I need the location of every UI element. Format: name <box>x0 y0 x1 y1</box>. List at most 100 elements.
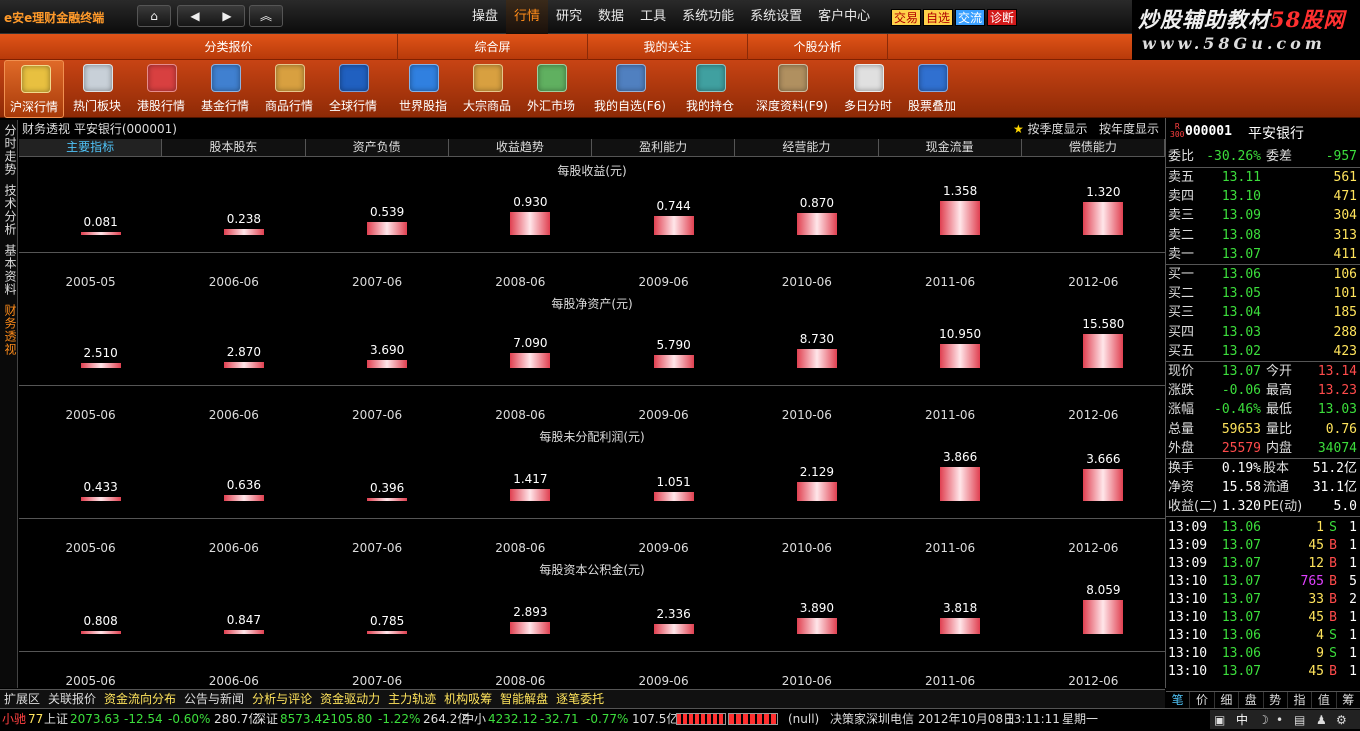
quote-tab-2[interactable]: 细 <box>1215 692 1240 708</box>
chart-bar <box>653 624 694 634</box>
order-price: 13.07 <box>1221 246 1261 262</box>
quick-button-3[interactable]: 诊断 <box>987 9 1018 26</box>
fund-value: 51.2亿 <box>1312 461 1357 476</box>
tool-9[interactable]: 我的自选(F6) <box>594 60 666 118</box>
sell-row: 卖一 13.07 411 <box>1166 245 1360 264</box>
chart-bar <box>367 222 408 235</box>
menu-item-5[interactable]: 系统功能 <box>674 0 742 34</box>
tool-4[interactable]: 商品行情 <box>259 60 319 118</box>
menu-item-0[interactable]: 操盘 <box>464 0 506 34</box>
quote-panel: R 300 000001 平安银行 委比 -30.26% 委差 -957 卖五 13.11 5… <box>1165 118 1360 708</box>
tool-2[interactable]: 港股行情 <box>131 60 191 118</box>
collapse-button[interactable]: ︽ <box>249 5 283 27</box>
bottom-tab-9[interactable]: 逐笔委托 <box>552 690 608 708</box>
quote-tab-5[interactable]: 指 <box>1288 692 1313 708</box>
window-icon[interactable]: ▣ <box>1214 710 1225 731</box>
category-0[interactable]: 分类报价 <box>60 34 398 60</box>
finance-tab-6[interactable]: 现金流量 <box>878 139 1022 156</box>
yearly-option[interactable]: 按年度显示 <box>1099 122 1159 136</box>
bottom-tab-6[interactable]: 主力轨迹 <box>384 690 440 708</box>
separator <box>1166 516 1360 517</box>
bottom-tab-8[interactable]: 智能解盘 <box>496 690 552 708</box>
menu-item-4[interactable]: 工具 <box>632 0 674 34</box>
category-2[interactable]: 我的关注 <box>588 34 748 60</box>
menu-item-7[interactable]: 客户中心 <box>810 0 878 34</box>
order-volume: 313 <box>1333 227 1357 243</box>
finance-tab-7[interactable]: 偿债能力 <box>1021 139 1165 156</box>
bottom-tab-0[interactable]: 扩展区 <box>0 690 44 708</box>
tick-row: 13:10 13.07 45 B 1 <box>1166 608 1360 627</box>
side-tab-0[interactable]: 分时走势 <box>2 124 17 176</box>
bottom-tab-5[interactable]: 资金驱动力 <box>316 690 384 708</box>
finance-tab-2[interactable]: 资产负债 <box>305 139 449 156</box>
tool-6[interactable]: 世界股指 <box>393 60 453 118</box>
keyboard-icon[interactable]: ▤ <box>1294 710 1305 731</box>
menu-item-1[interactable]: 行情 <box>506 0 549 34</box>
menu-item-3[interactable]: 数据 <box>590 0 632 34</box>
bar-value-label: 0.433 <box>83 480 118 494</box>
tool-0[interactable]: 沪深行情 <box>4 60 64 118</box>
tick-side: S <box>1329 646 1337 661</box>
forward-button[interactable]: ▶ <box>211 6 243 26</box>
tool-11[interactable]: 深度资料(F9) <box>756 60 828 118</box>
quick-button-0[interactable]: 交易 <box>891 9 922 26</box>
quarterly-option[interactable]: 按季度显示 <box>1028 122 1088 136</box>
side-tab-1[interactable]: 技术分析 <box>2 184 17 236</box>
fundamental-row: 换手 0.19% 股本 51.2亿 <box>1166 459 1360 478</box>
chart-bar <box>940 344 981 368</box>
menu-item-2[interactable]: 研究 <box>548 0 590 34</box>
quote-tab-3[interactable]: 盘 <box>1239 692 1264 708</box>
x-tick-label: 2005-06 <box>65 408 116 422</box>
ime-icon[interactable]: 中 <box>1236 710 1248 731</box>
side-tab-2[interactable]: 基本资料 <box>2 244 17 296</box>
tool-7[interactable]: 大宗商品 <box>457 60 517 118</box>
quote-tab-4[interactable]: 势 <box>1264 692 1288 708</box>
tool-8[interactable]: 外汇市场 <box>521 60 581 118</box>
bottom-tab-1[interactable]: 关联报价 <box>44 690 100 708</box>
chart-bar <box>796 618 837 634</box>
bottom-tab-3[interactable]: 公告与新闻 <box>180 690 248 708</box>
logo-text-2: 58股网 <box>1270 7 1346 32</box>
side-tab-3[interactable]: 财务透视 <box>2 304 17 356</box>
bottom-tab-4[interactable]: 分析与评论 <box>248 690 316 708</box>
back-button[interactable]: ◀ <box>179 6 211 26</box>
finance-tab-0[interactable]: 主要指标 <box>19 139 163 156</box>
quote-tab-7[interactable]: 筹 <box>1337 692 1360 708</box>
quote-tab-1[interactable]: 价 <box>1190 692 1215 708</box>
quick-button-1[interactable]: 自选 <box>923 9 954 26</box>
x-tick-label: 2008-06 <box>495 674 546 688</box>
dot-icon[interactable]: • <box>1276 710 1283 731</box>
user-icon[interactable]: ♟ <box>1316 710 1327 731</box>
tool-10[interactable]: 我的持仓 <box>680 60 740 118</box>
finance-tab-5[interactable]: 经营能力 <box>735 139 879 156</box>
finance-panel: 财务透视 平安银行(000001) ★ 按季度显示 按年度显示 主要指标 股本股东… <box>19 120 1165 688</box>
tool-1[interactable]: 热门板块 <box>67 60 127 118</box>
moon-icon[interactable]: ☽ <box>1258 710 1269 731</box>
quote-tab-0[interactable]: 笔 <box>1166 692 1191 708</box>
home-button[interactable]: ⌂ <box>137 5 171 27</box>
finance-tab-4[interactable]: 盈利能力 <box>592 139 736 156</box>
tool-12[interactable]: 多日分时 <box>838 60 898 118</box>
menu-item-6[interactable]: 系统设置 <box>742 0 810 34</box>
news-ticker[interactable]: 决策家深圳电信 <box>830 709 914 730</box>
settings-icon[interactable]: ⚙ <box>1336 710 1347 731</box>
quote-tab-6[interactable]: 值 <box>1312 692 1337 708</box>
finance-tab-1[interactable]: 股本股东 <box>162 139 306 156</box>
quote-label: 现价 <box>1168 364 1195 379</box>
bottom-tab-7[interactable]: 机构吸筹 <box>440 690 496 708</box>
order-price: 13.03 <box>1221 324 1261 340</box>
bottom-tab-2[interactable]: 资金流向分布 <box>100 690 180 708</box>
quick-button-2[interactable]: 交流 <box>955 9 986 26</box>
tool-13[interactable]: 股票叠加 <box>902 60 962 118</box>
category-3[interactable]: 个股分析 <box>748 34 888 60</box>
tool-5[interactable]: 全球行情 <box>323 60 383 118</box>
chart-baseline <box>19 385 1165 386</box>
assistant-label[interactable]: 小驰 <box>2 709 26 730</box>
order-volume: 185 <box>1333 305 1357 321</box>
tool-3[interactable]: 基金行情 <box>195 60 255 118</box>
category-1[interactable]: 综合屏 <box>398 34 588 60</box>
finance-tab-3[interactable]: 收益趋势 <box>448 139 592 156</box>
tick-volume: 33 <box>1308 592 1324 607</box>
order-label: 买四 <box>1168 324 1195 340</box>
null-text: (null) <box>788 712 820 726</box>
